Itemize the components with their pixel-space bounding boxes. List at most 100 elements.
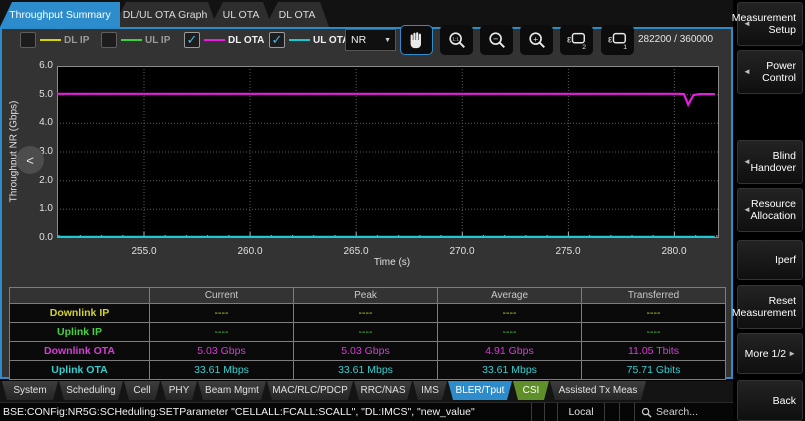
tab-csi[interactable]: CSI: [513, 381, 549, 400]
tab-label: IMS: [421, 385, 439, 396]
svg-text:1: 1: [623, 44, 627, 50]
zoom-out-button[interactable]: −: [480, 25, 513, 55]
table-cell: ----: [582, 304, 725, 322]
x-tick-label: 255.0: [124, 246, 164, 257]
col-header: [10, 288, 149, 303]
zoom-one-to-one-button[interactable]: 1:1: [440, 25, 473, 55]
hand-icon: [407, 30, 427, 50]
marker-tag-icon: ε 1: [607, 30, 629, 50]
tab-mac-rlc-pdcp[interactable]: MAC/RLC/PDCP: [267, 381, 353, 400]
legend-item-ul-ota: ✓ UL OTA: [269, 31, 349, 49]
pan-hand-button[interactable]: [400, 25, 433, 55]
tab-phy[interactable]: PHY: [161, 381, 197, 400]
tab-label: BLER/Tput: [456, 385, 505, 396]
y-tick-label: 1.0: [26, 203, 53, 214]
dropdown-value: NR: [351, 34, 384, 46]
magnifier-1to1-icon: 1:1: [447, 30, 467, 50]
tab-dlul-ota-graph[interactable]: DL/UL OTA Graph: [113, 2, 217, 27]
reset-measurement-button[interactable]: Reset Measurement: [737, 285, 803, 329]
svg-text:2: 2: [582, 44, 586, 50]
power-control-button[interactable]: ◄ Power Control: [737, 50, 803, 94]
y-tick-label: 6.0: [26, 60, 53, 71]
table-cell: ----: [438, 323, 581, 341]
row-label-downlink-ip: Downlink IP: [10, 304, 149, 322]
tab-label: Beam Mgmt: [205, 385, 259, 396]
table-cell: 33.61 Mbps: [294, 361, 437, 379]
col-header-transferred: Transferred: [582, 288, 725, 303]
resource-allocation-button[interactable]: ◄ Resource Allocation: [737, 188, 803, 232]
local-remote-indicator[interactable]: Local: [557, 403, 604, 421]
tab-ims[interactable]: IMS: [413, 381, 447, 400]
back-button[interactable]: Back: [737, 380, 803, 421]
table-cell: ----: [294, 323, 437, 341]
ul-ip-checkbox[interactable]: [101, 32, 117, 48]
radio-mode-dropdown[interactable]: NR ▼: [345, 29, 396, 51]
table-cell: ----: [150, 323, 293, 341]
legend-item-dl-ip: DL IP: [20, 31, 89, 49]
svg-text:ε: ε: [608, 35, 613, 46]
status-segment: [604, 403, 619, 421]
throughput-plot[interactable]: [57, 66, 719, 238]
x-tick-label: 280.0: [654, 246, 694, 257]
button-label: Reset Measurement: [732, 295, 796, 319]
dl-ota-line-swatch: [204, 39, 225, 41]
tab-beam-mgmt[interactable]: Beam Mgmt: [198, 381, 266, 400]
marker-2-button[interactable]: ε 2: [560, 25, 593, 55]
tab-label: DL OTA: [279, 9, 316, 21]
magnifier-minus-icon: −: [487, 30, 507, 50]
tab-scheduling[interactable]: Scheduling: [59, 381, 123, 400]
y-tick-label: 0.0: [26, 232, 53, 243]
table-cell: 75.71 Gbits: [582, 361, 725, 379]
tab-bler-tput[interactable]: BLER/Tput: [448, 381, 512, 400]
col-header-current: Current: [150, 288, 293, 303]
tab-label: PHY: [169, 385, 190, 396]
tab-label: Assisted Tx Meas: [559, 385, 638, 396]
tab-ul-ota[interactable]: UL OTA: [210, 2, 272, 27]
col-header-peak: Peak: [294, 288, 437, 303]
left-arrow-icon: ◄: [743, 18, 751, 30]
measurement-setup-button[interactable]: ◄ Measurement Setup: [737, 2, 803, 46]
magnifier-plus-icon: +: [527, 30, 547, 50]
x-tick-label: 260.0: [230, 246, 270, 257]
zoom-in-button[interactable]: +: [520, 25, 553, 55]
dl-ip-line-swatch: [40, 39, 61, 41]
marker-1-button[interactable]: ε 1: [601, 25, 634, 55]
svg-text:ε: ε: [567, 35, 572, 46]
tab-dl-ota[interactable]: DL OTA: [265, 2, 329, 27]
search-box[interactable]: Search...: [634, 403, 733, 421]
table-cell: ----: [438, 304, 581, 322]
bottom-tab-bar: System Scheduling Cell PHY Beam Mgmt MAC…: [0, 381, 733, 402]
legend-label: UL OTA: [313, 35, 349, 46]
svg-text:−: −: [492, 34, 497, 44]
panel-collapse-handle[interactable]: <: [16, 146, 44, 174]
blind-handover-button[interactable]: ◄ Blind Handover: [737, 140, 803, 184]
tab-assisted-tx-meas[interactable]: Assisted Tx Meas: [550, 381, 646, 400]
ul-ip-line-swatch: [121, 39, 142, 41]
status-right-segments: Local Search...: [531, 403, 733, 421]
legend-item-ul-ip: UL IP: [101, 31, 170, 49]
legend-label: DL IP: [64, 35, 89, 46]
x-tick-label: 270.0: [442, 246, 482, 257]
tab-label: DL/UL OTA Graph: [123, 9, 208, 21]
tab-cell[interactable]: Cell: [124, 381, 160, 400]
button-label: More 1/2: [745, 348, 786, 360]
iperf-button[interactable]: Iperf: [737, 240, 803, 280]
tab-throughput-summary[interactable]: Throughput Summary: [0, 2, 120, 27]
svg-text:+: +: [533, 35, 538, 44]
x-axis-title: Time (s): [352, 257, 432, 268]
chevron-down-icon: ▼: [384, 37, 391, 44]
tab-label: UL OTA: [223, 9, 260, 21]
tab-label: Cell: [133, 385, 150, 396]
ul-ota-checkbox[interactable]: ✓: [269, 32, 285, 48]
app-window: Throughput Summary DL/UL OTA Graph UL OT…: [0, 0, 805, 421]
ul-ota-line-swatch: [289, 39, 310, 41]
more-pages-button[interactable]: More 1/2 ►: [737, 333, 803, 374]
legend-label: UL IP: [145, 35, 170, 46]
dl-ota-checkbox[interactable]: ✓: [184, 32, 200, 48]
tab-system[interactable]: System: [2, 381, 58, 400]
tab-rrc-nas[interactable]: RRC/NAS: [354, 381, 412, 400]
dl-ip-checkbox[interactable]: [20, 32, 36, 48]
left-arrow-icon: ◄: [743, 204, 751, 216]
tab-label: Throughput Summary: [9, 9, 111, 21]
tab-label: RRC/NAS: [360, 385, 405, 396]
